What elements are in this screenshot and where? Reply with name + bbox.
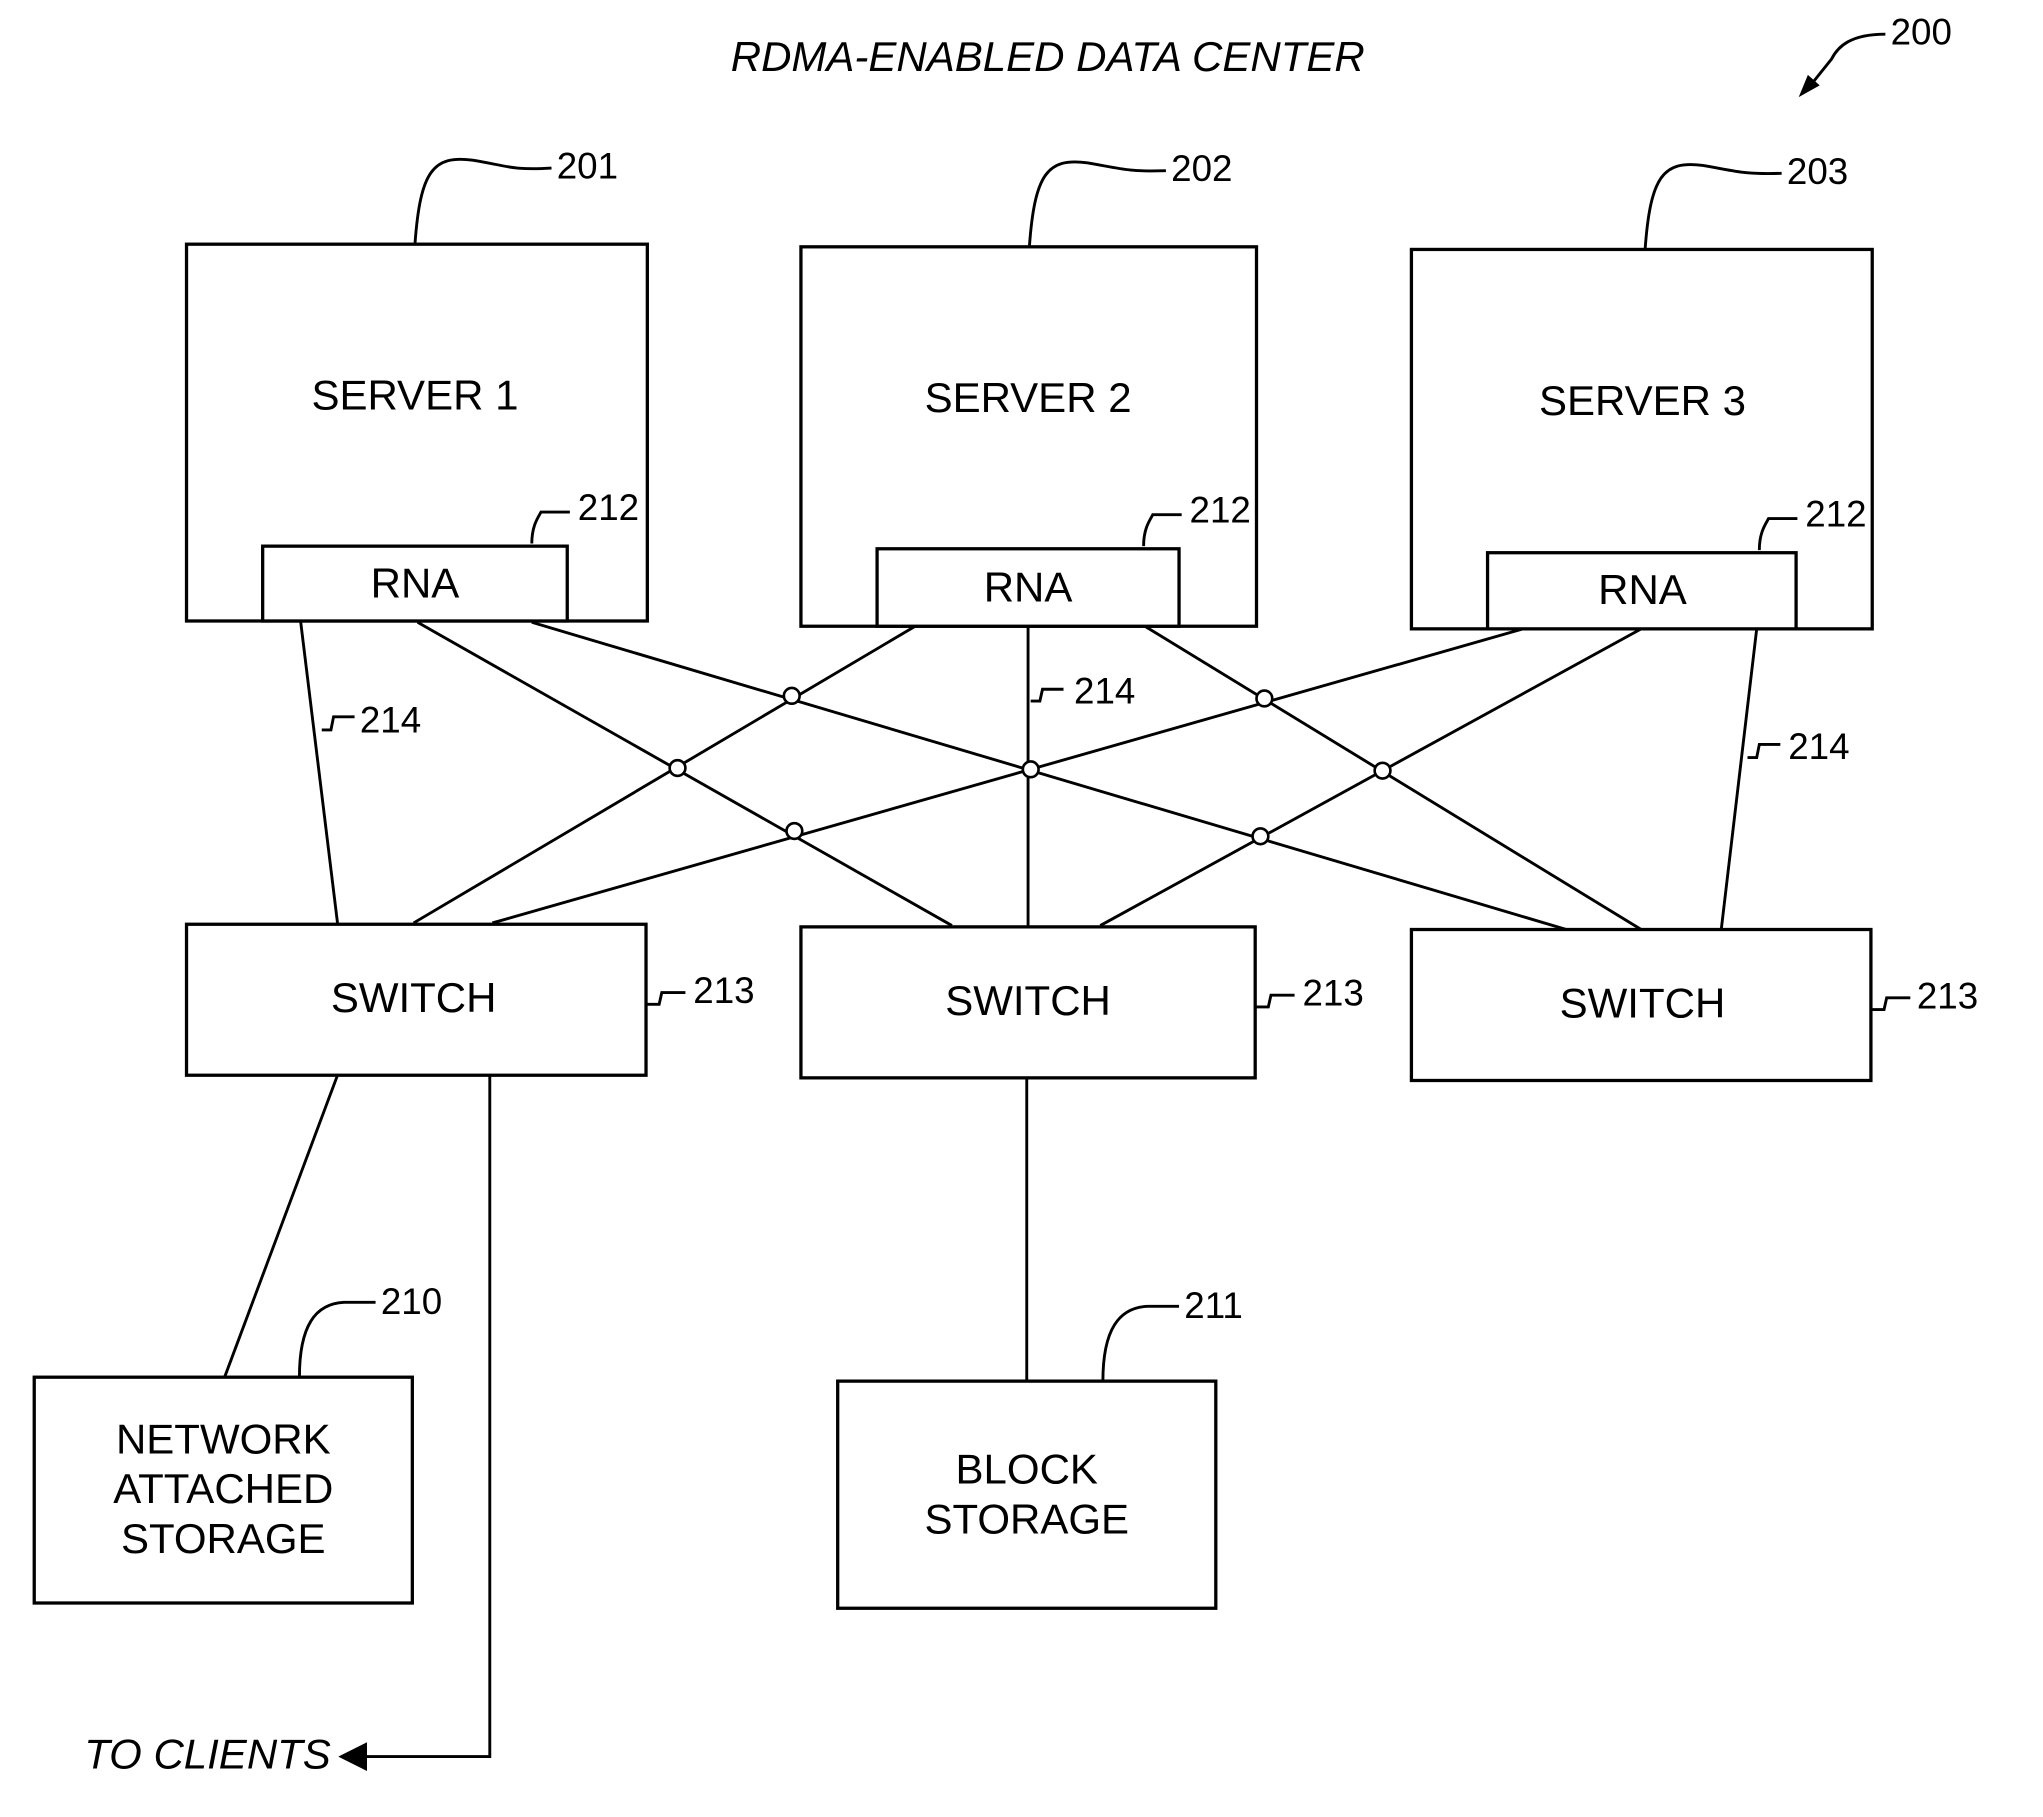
block-storage[interactable]: BLOCK STORAGE 211: [836, 1285, 1243, 1610]
server-2-label: SERVER 2: [925, 374, 1132, 421]
server-2-rna-label: RNA: [984, 563, 1073, 610]
network-attached-storage[interactable]: NETWORK ATTACHED STORAGE 210: [32, 1281, 442, 1605]
block-storage-label-line-2: STORAGE: [924, 1495, 1129, 1542]
figure-ref-label: 200: [1891, 12, 1952, 53]
link-s1-sw1: [299, 622, 339, 924]
server-1[interactable]: SERVER 1 RNA 201 212: [184, 146, 649, 623]
nas-label-line-1: NETWORK: [116, 1415, 331, 1462]
link-ref-3: 214: [1788, 726, 1849, 767]
server-3-rna-ref: 212: [1805, 493, 1866, 534]
link-s2-sw1: [412, 624, 916, 925]
server-3[interactable]: SERVER 3 RNA 203 212: [1409, 151, 1874, 631]
interconnect-links: [299, 620, 1759, 931]
link-s2-sw3: [1144, 625, 1642, 931]
switch-1-ref: 213: [693, 970, 754, 1011]
switch-2-ref: 213: [1302, 973, 1363, 1014]
to-clients-label: TO CLIENTS: [84, 1730, 331, 1777]
diagram-title: RDMA-ENABLED DATA CENTER: [731, 33, 1365, 80]
link-ref-2: 214: [1074, 671, 1135, 712]
switch-2-label: SWITCH: [945, 977, 1111, 1024]
server-1-rna-ref: 212: [578, 487, 639, 528]
nas-ref: 210: [381, 1281, 442, 1322]
server-3-ref: 203: [1787, 151, 1848, 192]
nas-label-line-3: STORAGE: [121, 1515, 326, 1562]
server-3-label: SERVER 3: [1539, 377, 1746, 424]
server-1-label: SERVER 1: [311, 372, 518, 419]
server-2[interactable]: SERVER 2 RNA 202 212: [799, 148, 1259, 628]
link-ref-1: 214: [360, 700, 421, 741]
switch-1-label: SWITCH: [331, 974, 497, 1021]
switch-3-label: SWITCH: [1560, 979, 1726, 1026]
switch-3-ref: 213: [1917, 975, 1978, 1016]
server-2-rna-ref: 212: [1190, 490, 1251, 531]
server-1-rna-label: RNA: [371, 559, 460, 606]
server-3-rna-label: RNA: [1598, 566, 1687, 613]
rdma-data-center-diagram: RDMA-ENABLED DATA CENTER 200 SERVER 1 RN…: [32, 12, 1978, 1777]
nas-label-line-2: ATTACHED: [113, 1465, 333, 1512]
block-storage-ref: 211: [1184, 1285, 1243, 1326]
link-s3-sw3: [1719, 628, 1759, 930]
switch-2[interactable]: SWITCH 213: [799, 925, 1364, 1080]
link-s3-sw1: [492, 627, 1524, 925]
block-storage-label-line-1: BLOCK: [956, 1446, 1098, 1493]
server-2-ref: 202: [1171, 148, 1232, 189]
switch-3[interactable]: SWITCH 213: [1409, 927, 1978, 1083]
figure-ref-200: 200: [1798, 12, 1952, 98]
server-1-ref: 201: [557, 146, 618, 187]
link-sw1-nas: [223, 1074, 339, 1378]
switch-1[interactable]: SWITCH 213: [184, 922, 755, 1077]
